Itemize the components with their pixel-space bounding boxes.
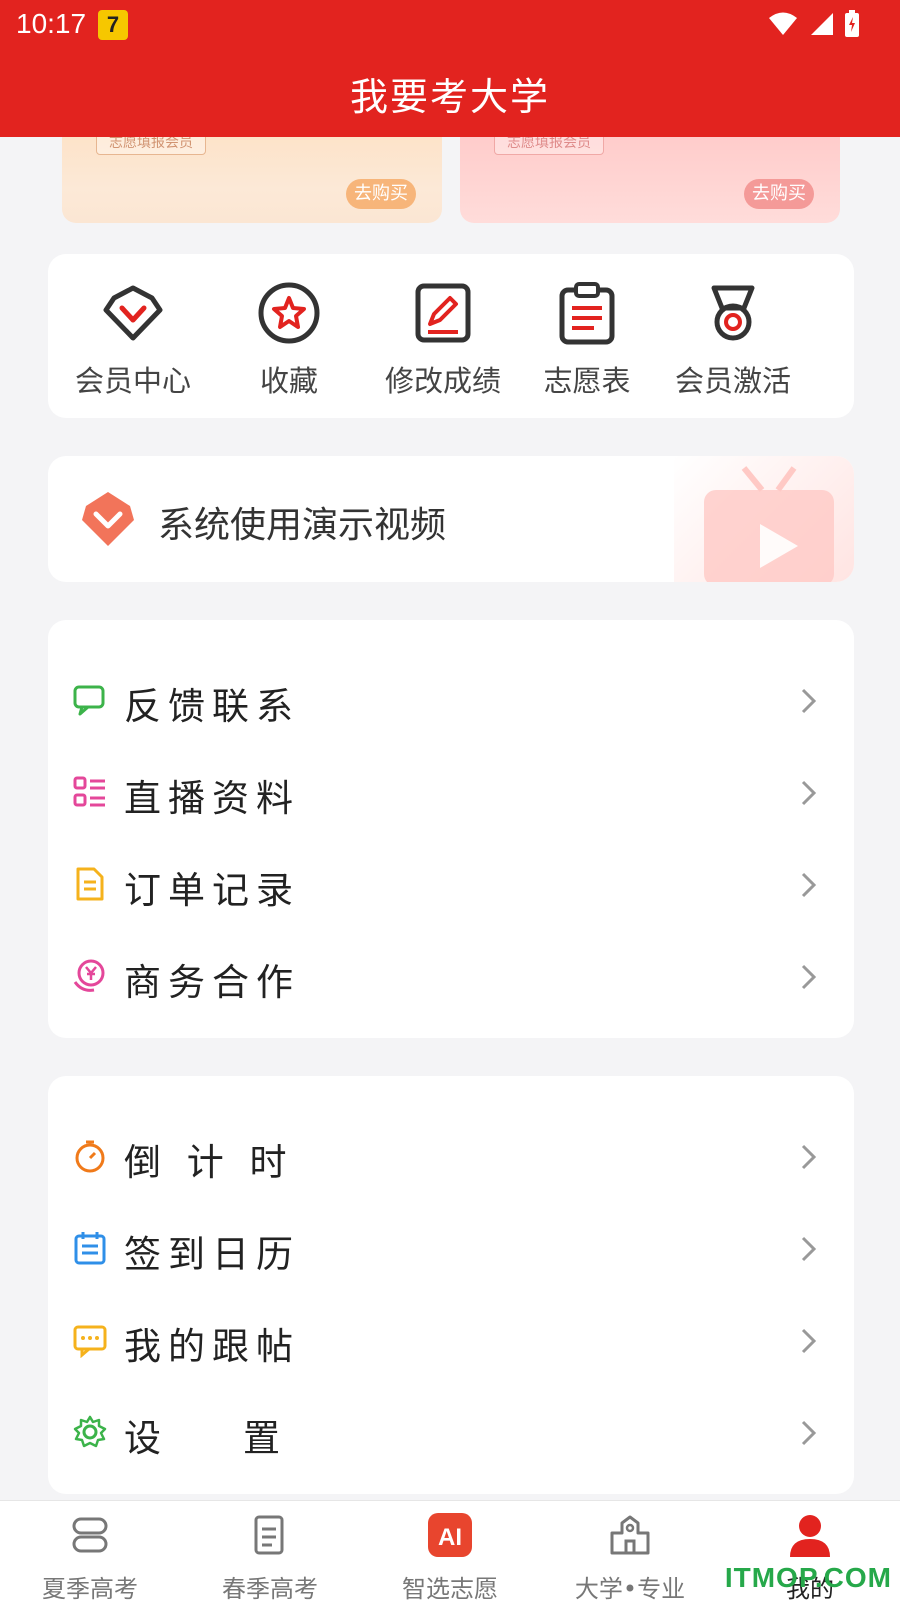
member-card-tag: 志愿填报会员 xyxy=(96,137,206,155)
video-banner-title: 系统使用演示视频 xyxy=(158,505,447,546)
edit-icon xyxy=(415,283,471,343)
menu-item-label: 商务合作 xyxy=(124,961,300,1004)
tab-label: 智选志愿 xyxy=(402,1575,498,1600)
tab-label: 春季高考 xyxy=(222,1575,318,1600)
calendar-icon xyxy=(74,1232,106,1265)
menu-group-services: 反馈联系 直播资料 订单记录 商务合作 xyxy=(48,620,854,1038)
app-header: 10:17 7 我要考大学 xyxy=(0,0,900,137)
yen-icon xyxy=(73,959,105,992)
wifi-icon xyxy=(769,12,797,35)
chat-icon xyxy=(73,685,105,716)
menu-item-live-materials[interactable]: 直播资料 xyxy=(48,748,854,838)
quick-action-label: 修改成绩 xyxy=(384,364,501,398)
menu-group-personal: 倒 计 时 签到日历 我的跟帖 设 置 xyxy=(48,1076,854,1494)
timer-icon xyxy=(75,1140,105,1173)
chevron-right-icon xyxy=(801,1420,817,1446)
status-time: 10:17 xyxy=(16,8,87,39)
ai-icon: AI xyxy=(428,1513,472,1557)
status-icons xyxy=(768,10,860,38)
quick-action-member-activate[interactable]: 会员激活 xyxy=(660,280,806,400)
menu-item-label: 签到日历 xyxy=(124,1233,300,1276)
summer-exam-icon xyxy=(72,1517,108,1553)
quick-action-member-center[interactable]: 会员中心 xyxy=(60,280,206,400)
menu-item-label: 倒 计 时 xyxy=(124,1141,294,1184)
chevron-right-icon xyxy=(801,964,817,990)
quick-action-label: 志愿表 xyxy=(543,364,631,398)
menu-item-feedback[interactable]: 反馈联系 xyxy=(48,656,854,746)
menu-item-label: 反馈联系 xyxy=(124,685,300,728)
chevron-right-icon xyxy=(801,1328,817,1354)
chevron-right-icon xyxy=(801,780,817,806)
battery-icon xyxy=(845,10,859,37)
university-icon xyxy=(610,1515,650,1555)
tab-university-major[interactable]: 大学•专业 xyxy=(540,1511,720,1600)
user-icon xyxy=(790,1515,830,1557)
tab-label: 大学•专业 xyxy=(574,1575,686,1600)
member-card-pink[interactable]: 志愿填报会员 去购买 xyxy=(460,137,840,223)
quick-actions: 会员中心 收藏 修改成绩 志愿表 会员激活 xyxy=(48,254,854,418)
page-title: 我要考大学 xyxy=(349,75,550,119)
tab-ai-choice[interactable]: AI 智选志愿 xyxy=(360,1511,540,1600)
quick-action-edit-score[interactable]: 修改成绩 xyxy=(370,280,516,400)
member-card-tag: 志愿填报会员 xyxy=(494,137,604,155)
chevron-right-icon xyxy=(801,1236,817,1262)
diamond-icon xyxy=(103,285,163,341)
demo-video-banner[interactable]: 系统使用演示视频 xyxy=(48,456,854,582)
menu-item-label: 直播资料 xyxy=(124,777,300,820)
watermark: ITMOP.COM xyxy=(724,1562,892,1593)
gear-icon xyxy=(73,1415,107,1448)
message-icon xyxy=(73,1325,107,1358)
menu-item-label: 订单记录 xyxy=(124,869,300,912)
signal-icon xyxy=(811,13,833,35)
quick-action-label: 收藏 xyxy=(259,364,318,398)
menu-item-settings[interactable]: 设 置 xyxy=(48,1388,854,1478)
list-icon xyxy=(73,776,105,807)
brand-logo-icon xyxy=(82,492,134,546)
chevron-right-icon xyxy=(801,1144,817,1170)
menu-item-checkin-calendar[interactable]: 签到日历 xyxy=(48,1204,854,1294)
medal-icon xyxy=(711,285,755,341)
menu-item-my-replies[interactable]: 我的跟帖 xyxy=(48,1296,854,1386)
document-icon xyxy=(76,867,104,901)
svg-text:AI: AI xyxy=(438,1524,462,1551)
quick-action-favorites[interactable]: 收藏 xyxy=(216,280,362,400)
quick-action-label: 会员激活 xyxy=(674,364,791,398)
menu-item-business[interactable]: 商务合作 xyxy=(48,932,854,1022)
tv-play-icon xyxy=(674,456,854,582)
buy-button[interactable]: 去购买 xyxy=(744,179,814,209)
quick-action-label: 会员中心 xyxy=(74,364,191,398)
tab-summer-exam[interactable]: 夏季高考 xyxy=(0,1511,180,1600)
chevron-right-icon xyxy=(801,688,817,714)
tab-label: 夏季高考 xyxy=(42,1575,138,1600)
menu-item-orders[interactable]: 订单记录 xyxy=(48,840,854,930)
clipboard-icon xyxy=(559,282,615,345)
chevron-right-icon xyxy=(801,872,817,898)
menu-item-countdown[interactable]: 倒 计 时 xyxy=(48,1112,854,1202)
buy-button[interactable]: 去购买 xyxy=(346,179,416,209)
quick-action-application-form[interactable]: 志愿表 xyxy=(514,280,660,400)
member-cards: 志愿填报会员 去购买 志愿填报会员 去购买 xyxy=(62,137,842,223)
spring-exam-icon xyxy=(254,1515,284,1555)
menu-item-label: 我的跟帖 xyxy=(124,1325,300,1368)
menu-item-label: 设 置 xyxy=(124,1417,288,1460)
star-icon xyxy=(258,282,320,344)
member-card-gold[interactable]: 志愿填报会员 去购买 xyxy=(62,137,442,223)
status-bar: 10:17 7 xyxy=(0,0,900,48)
tab-spring-exam[interactable]: 春季高考 xyxy=(180,1511,360,1600)
notification-app-icon: 7 xyxy=(98,10,128,40)
